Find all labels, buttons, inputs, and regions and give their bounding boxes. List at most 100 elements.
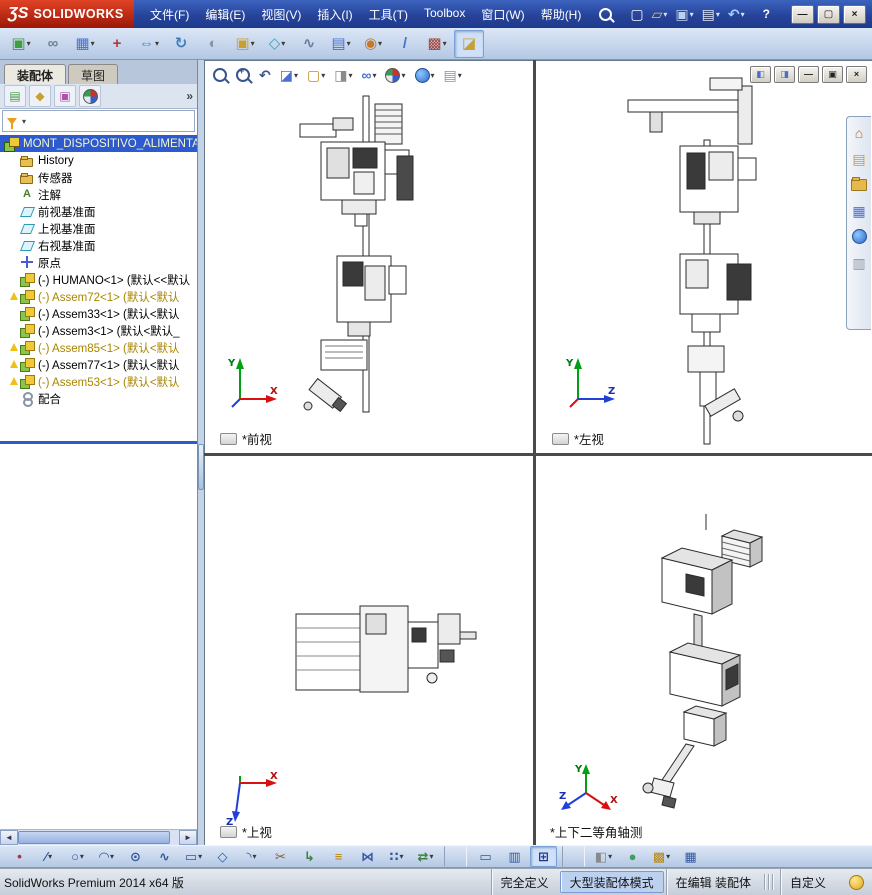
maximize-button[interactable]: ▢ — [817, 4, 840, 24]
reference-geometry-icon[interactable]: ◇ ▾ — [262, 30, 292, 58]
tree-item-history[interactable]: History — [0, 152, 197, 169]
dropdown-arrow-icon[interactable]: ▾ — [155, 39, 159, 48]
menu-window[interactable]: 窗口(W) — [473, 2, 532, 27]
dropdown-arrow-icon[interactable]: ▾ — [22, 117, 26, 126]
apply-scene-icon[interactable]: ▾ — [414, 65, 436, 85]
mate-icon[interactable]: ∞▾ — [38, 30, 68, 58]
trim-entities-icon[interactable]: ✂▾ — [267, 846, 294, 867]
viewport-front[interactable]: Y X *前视 — [204, 60, 533, 453]
menu-tools[interactable]: 工具(T) — [361, 2, 416, 27]
insert-components-icon[interactable]: ▣ ▾ — [6, 30, 36, 58]
split-right-button[interactable]: ◨ — [774, 66, 795, 83]
featuremanager-tab-icon[interactable]: ▤ — [4, 85, 26, 107]
linear-component-pattern-icon[interactable]: ▦ ▾ — [70, 30, 100, 58]
two-view-button[interactable]: ▥▾ — [501, 846, 528, 867]
viewport-top[interactable]: X Z *上视 — [204, 456, 533, 845]
dropdown-arrow-icon[interactable]: ▾ — [431, 71, 435, 80]
explode-line-sketch-icon[interactable]: /▾ — [390, 30, 420, 58]
tree-item-top-plane[interactable]: 上视基准面 — [0, 220, 197, 237]
displaymanager-tab-icon[interactable] — [79, 85, 101, 107]
display-style-icon[interactable]: ◨ ▾ — [333, 65, 353, 85]
assembly-features-icon[interactable]: ▣ ▾ — [230, 30, 260, 58]
dropdown-arrow-icon[interactable]: ▾ — [281, 39, 285, 48]
panel-horizontal-scrollbar[interactable]: ◄ ► — [0, 829, 197, 845]
zoom-to-area-icon[interactable]: ▾ — [235, 65, 251, 85]
sketch-fillet-icon[interactable]: ◝ ▾ — [238, 846, 265, 867]
tree-item-right-plane[interactable]: 右视基准面 — [0, 237, 197, 254]
offset-entities-icon[interactable]: ≡▾ — [325, 846, 352, 867]
tree-item-origin[interactable]: 原点 — [0, 254, 197, 271]
open-icon[interactable]: ▱ ▾ — [650, 6, 670, 22]
dropdown-arrow-icon[interactable]: ▾ — [198, 852, 202, 861]
close-button[interactable]: × — [843, 4, 866, 24]
zoom-to-fit-icon[interactable]: ▾ — [212, 65, 228, 85]
tab-sketch[interactable]: 草图 — [68, 64, 119, 84]
move-entities-icon[interactable]: ⇄ ▾ — [412, 846, 439, 867]
appearances-icon[interactable] — [850, 227, 869, 246]
display-style-button[interactable]: ◧ ▾ — [590, 846, 617, 867]
viewport-horizontal-divider[interactable] — [204, 453, 872, 456]
split-left-button[interactable]: ◧ — [750, 66, 771, 83]
tree-item-annotations[interactable]: 注解 — [0, 186, 197, 203]
dropdown-arrow-icon[interactable]: ▾ — [378, 39, 382, 48]
apply-scene-button[interactable]: ▩ ▾ — [648, 846, 675, 867]
interference-detection-icon[interactable]: ▩ ▾ — [422, 30, 452, 58]
customize-menu[interactable]: 自定义 — [779, 869, 835, 895]
menu-edit[interactable]: 编辑(E) — [197, 2, 253, 27]
move-component-icon[interactable]: ⇔ ▾ — [134, 30, 164, 58]
dropdown-arrow-icon[interactable]: ▾ — [27, 39, 31, 48]
dropdown-arrow-icon[interactable]: ▾ — [321, 71, 325, 80]
edit-appearance-button[interactable]: ●▾ — [619, 846, 646, 867]
dropdown-arrow-icon[interactable]: ▾ — [348, 71, 352, 80]
dropdown-arrow-icon[interactable]: ▾ — [663, 10, 667, 19]
tree-item-assem3[interactable]: (-) Assem3<1> (默认<默认_ — [0, 322, 197, 339]
save-icon[interactable]: ▣ ▾ — [673, 6, 695, 22]
menu-view[interactable]: 视图(V) — [253, 2, 309, 27]
file-explorer-icon[interactable] — [850, 175, 869, 194]
tree-root-item[interactable]: MONT_DISPOSITIVO_ALIMENTAD — [0, 135, 197, 152]
viewport-left[interactable]: Y Z *左视 — [536, 60, 872, 453]
new-document-icon[interactable]: ▢▾ — [628, 6, 645, 22]
menu-insert[interactable]: 插入(I) — [309, 2, 360, 27]
help-button[interactable]: ? — [763, 7, 770, 21]
dropdown-arrow-icon[interactable]: ▾ — [48, 852, 52, 861]
mirror-entities-icon[interactable]: ⋈▾ — [354, 846, 381, 867]
new-motion-study-icon[interactable]: ∿▾ — [294, 30, 324, 58]
previous-view-icon[interactable]: ↶▾ — [258, 65, 272, 85]
minimize-document-button[interactable]: — — [798, 66, 819, 83]
dropdown-arrow-icon[interactable]: ▾ — [110, 852, 114, 861]
dropdown-arrow-icon[interactable]: ▾ — [400, 852, 404, 861]
tree-item-mates[interactable]: 配合 — [0, 390, 197, 407]
print-icon[interactable]: ▤ ▾ — [700, 6, 722, 22]
menu-help[interactable]: 帮助(H) — [533, 2, 590, 27]
view-orientation-icon[interactable]: ▢ ▾ — [306, 65, 326, 85]
dropdown-arrow-icon[interactable]: ▾ — [80, 852, 84, 861]
design-library-icon[interactable]: ▤ — [850, 149, 869, 168]
sketch-line-icon[interactable]: ∕ ▾ — [35, 846, 62, 867]
tree-item-assem33[interactable]: (-) Assem33<1> (默认<默认 — [0, 305, 197, 322]
view-settings-icon[interactable]: ▤ ▾ — [443, 65, 463, 85]
scrollbar-thumb[interactable] — [18, 831, 170, 844]
dropdown-arrow-icon[interactable]: ▾ — [741, 10, 745, 19]
dropdown-arrow-icon[interactable]: ▾ — [608, 852, 612, 861]
dropdown-arrow-icon[interactable]: ▾ — [91, 39, 95, 48]
show-hidden-components-icon[interactable]: ◐▾ — [198, 30, 228, 58]
dropdown-arrow-icon[interactable]: ▾ — [716, 10, 720, 19]
edit-appearance-icon[interactable]: ▾ — [384, 65, 406, 85]
quick-tips-icon[interactable] — [849, 874, 864, 890]
hide-show-items-icon[interactable]: ∞ ▾ — [360, 65, 377, 85]
custom-properties-icon[interactable]: ▥ — [850, 253, 869, 272]
dropdown-arrow-icon[interactable]: ▾ — [690, 10, 694, 19]
propertymanager-tab-icon[interactable]: ◆ — [29, 85, 51, 107]
sketch-arc-icon[interactable]: ◠ ▾ — [93, 846, 120, 867]
menu-file[interactable]: 文件(F) — [142, 2, 197, 27]
configurationmanager-tab-icon[interactable]: ▣ — [54, 85, 76, 107]
sketch-ellipse-icon[interactable]: ⊙▾ — [122, 846, 149, 867]
sketch-spline-icon[interactable]: ∿▾ — [151, 846, 178, 867]
menu-toolbox[interactable]: Toolbox — [416, 2, 473, 27]
scrollbar-track[interactable] — [170, 830, 179, 845]
viewport-isometric[interactable]: Y X Z *上下二等角轴测 — [536, 456, 872, 845]
tree-item-assem72[interactable]: (-) Assem72<1> (默认<默认 — [0, 288, 197, 305]
section-view-icon[interactable]: ◪ ▾ — [279, 65, 299, 85]
grid-button[interactable]: ▦▾ — [677, 846, 704, 867]
